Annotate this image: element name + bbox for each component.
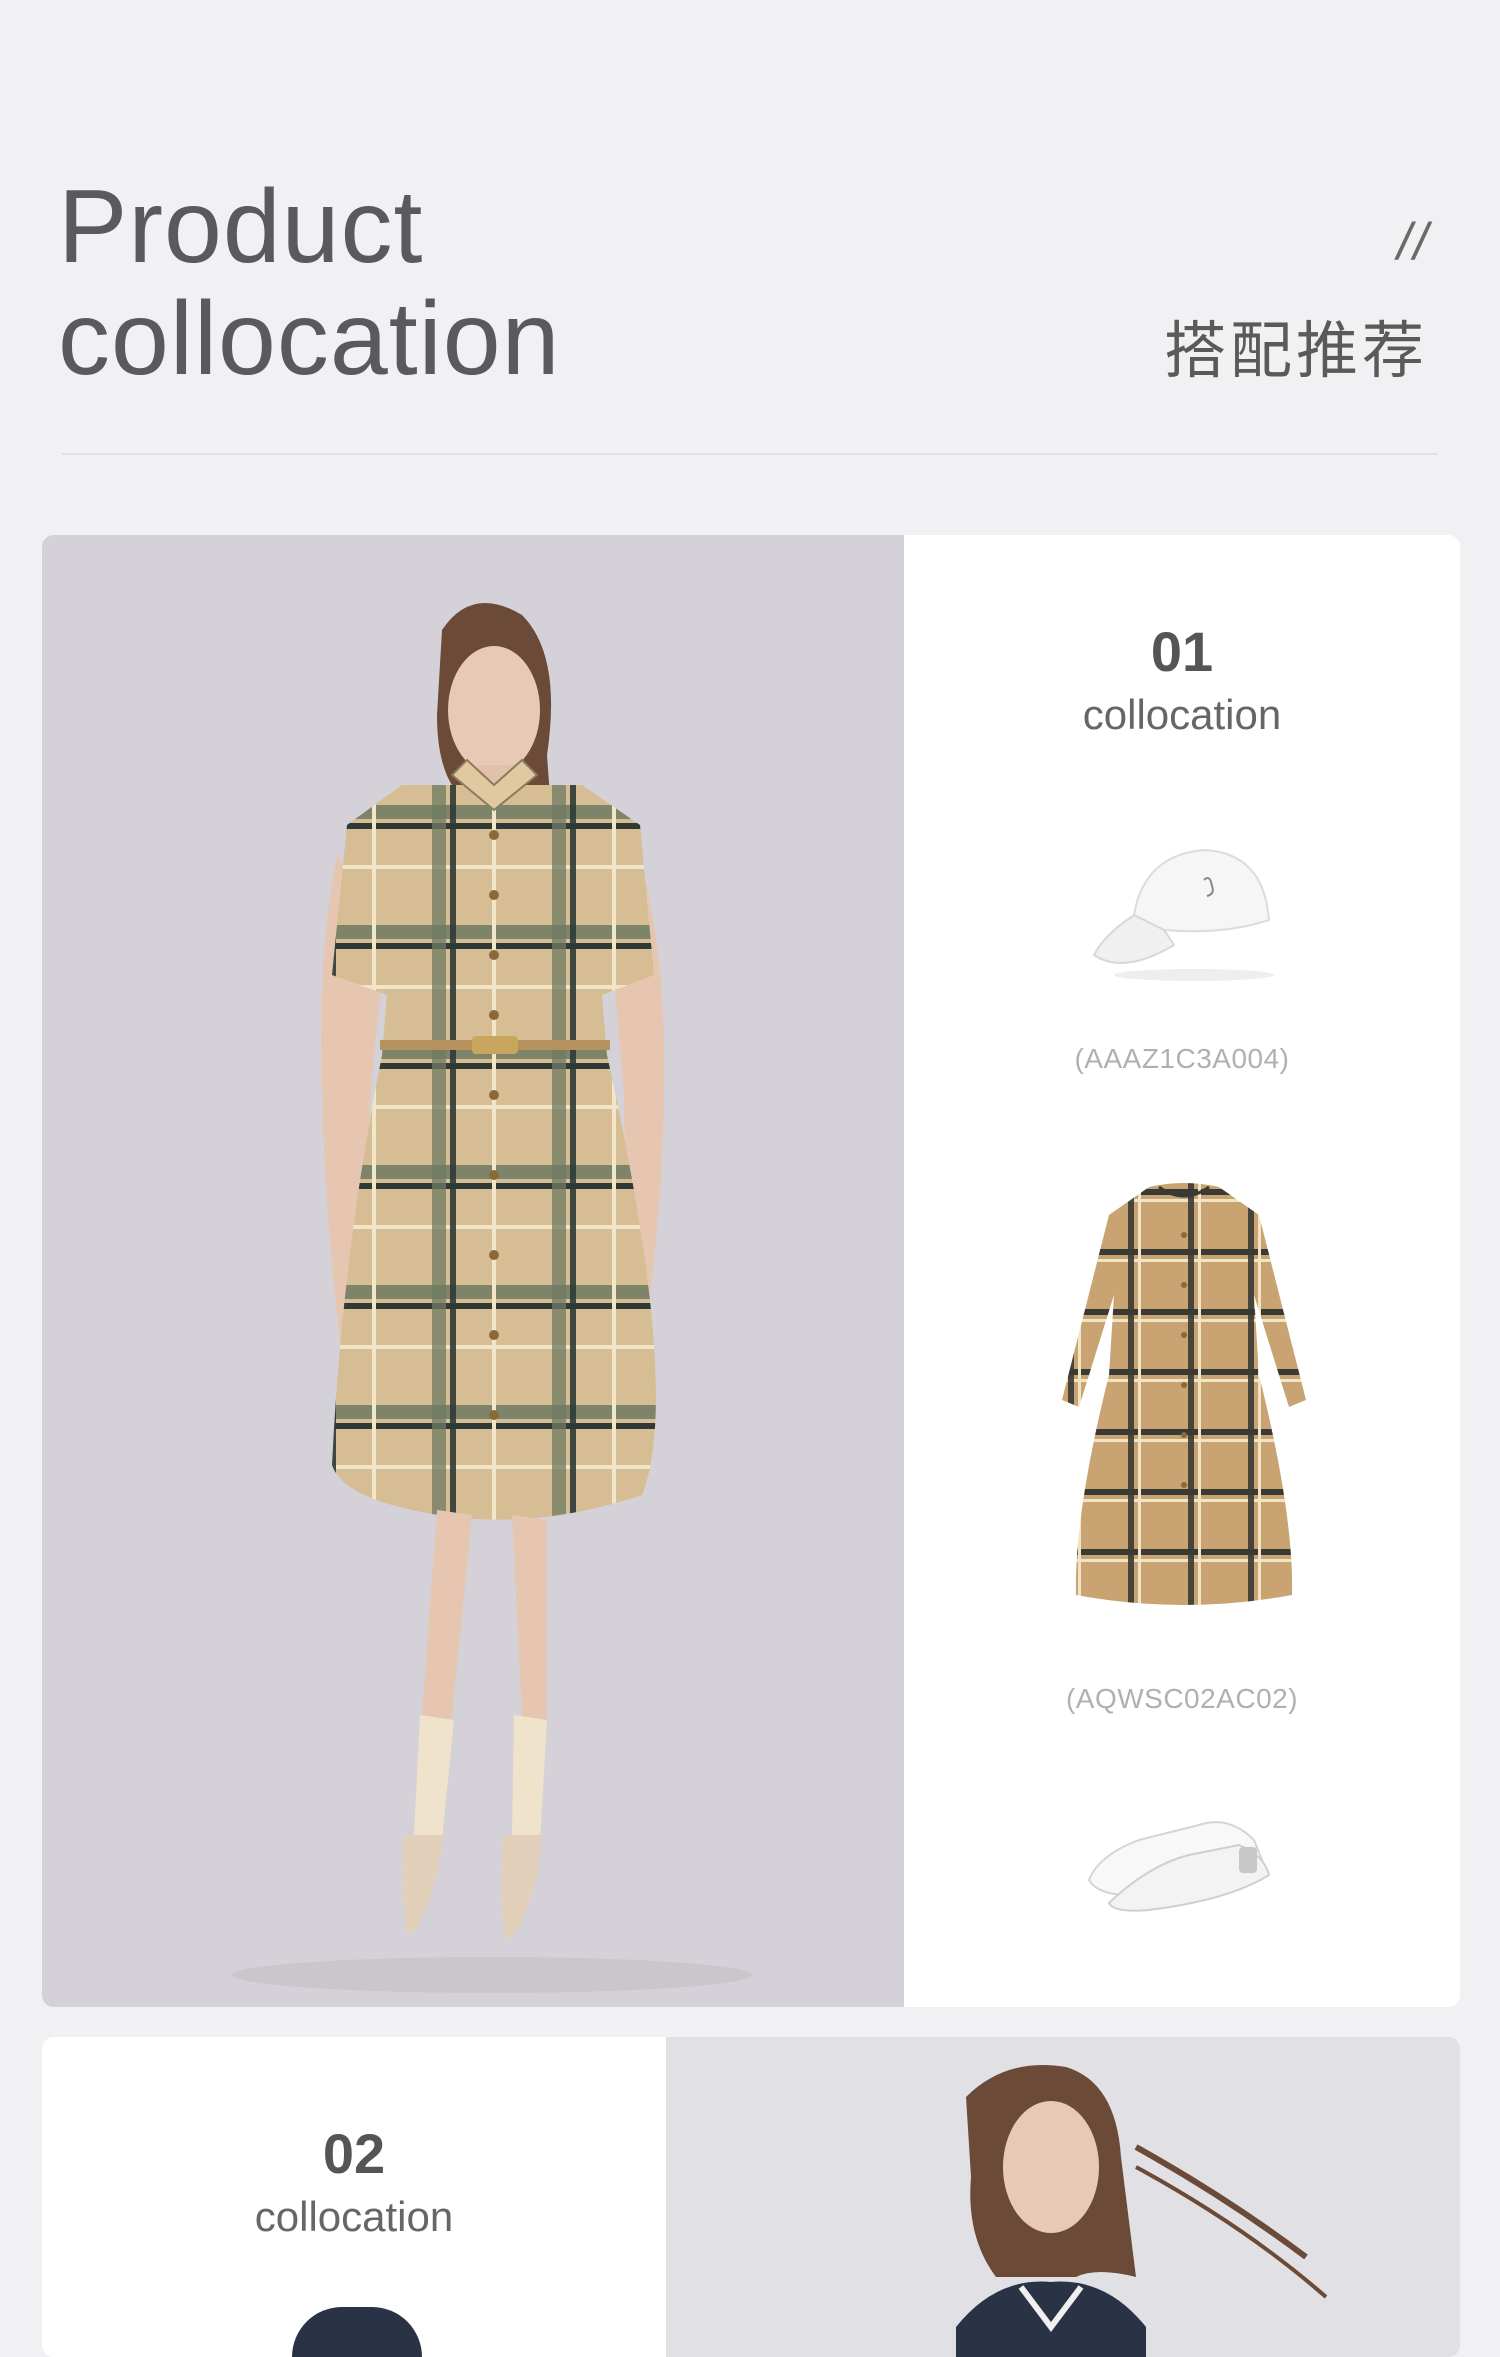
- page-title-line-1: Product: [58, 169, 424, 285]
- cap-product-image[interactable]: [1074, 825, 1294, 985]
- collocation-card-2: 02 collocation: [42, 2037, 1460, 2357]
- jacket-product-image-partial[interactable]: [292, 2307, 422, 2357]
- collocation-number-2: 02: [322, 2122, 386, 2185]
- collocation-items-panel: 01 collocation (AAAZ1C3A004) (AQWSC02AC0…: [904, 535, 1460, 2007]
- page-title-line-2: collocation: [58, 281, 561, 397]
- chinese-section-title: 搭配推荐: [1163, 314, 1428, 387]
- decorative-slashes: //: [1397, 213, 1430, 271]
- collocation-number: 01: [1150, 620, 1214, 683]
- model-photo-plaid-dress: [42, 535, 904, 2007]
- collocation-label-2: collocation: [254, 2193, 454, 2240]
- sneakers-product-image[interactable]: [1079, 1785, 1279, 1915]
- header-divider: [62, 453, 1438, 455]
- cap-product-code: (AAAZ1C3A004): [1074, 1043, 1290, 1074]
- dress-product-code: (AQWSC02AC02): [1065, 1683, 1299, 1714]
- model-photo-2: [666, 2037, 1460, 2357]
- collocation-label: collocation: [1082, 691, 1282, 738]
- collocation-card-1: 01 collocation (AAAZ1C3A004) (AQWSC02AC0…: [42, 535, 1460, 2007]
- plaid-dress-product-image[interactable]: [1054, 1175, 1314, 1615]
- collocation-2-text-panel: 02 collocation: [42, 2037, 666, 2357]
